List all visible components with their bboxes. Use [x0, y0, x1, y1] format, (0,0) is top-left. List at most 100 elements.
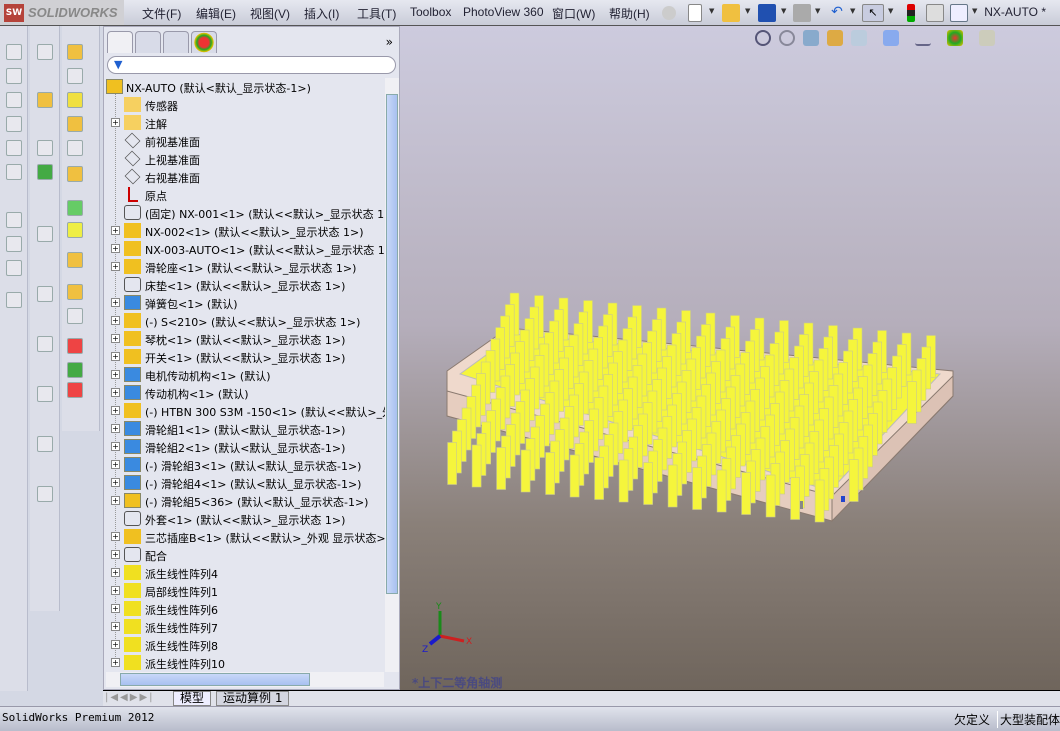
- pattern-icon[interactable]: [67, 92, 83, 108]
- expand-panel-icon[interactable]: »: [386, 35, 393, 49]
- tree-item[interactable]: + 派生线性阵列6: [104, 600, 386, 618]
- tree-item[interactable]: 前视基准面: [104, 132, 386, 150]
- layer-icon[interactable]: [6, 292, 22, 308]
- tree-item[interactable]: + (-) HTBN 300 S3M -150<1> (默认<<默认>_外: [104, 402, 393, 420]
- tree-item[interactable]: + 电机传动机构<1> (默认): [104, 366, 386, 384]
- new-document-icon[interactable]: [688, 4, 702, 22]
- view-icon[interactable]: [6, 140, 22, 156]
- expand-icon[interactable]: +: [111, 460, 120, 469]
- tree-item[interactable]: + (-) 滑轮組3<1> (默认<默认_显示状态-1>): [104, 456, 386, 474]
- tab-configuration-manager[interactable]: [163, 31, 189, 53]
- menu-help[interactable]: 帮助(H): [609, 5, 650, 22]
- expand-icon[interactable]: +: [111, 244, 120, 253]
- table-icon[interactable]: [37, 44, 53, 60]
- expand-icon[interactable]: +: [111, 262, 120, 271]
- horizontal-scrollbar[interactable]: [106, 672, 384, 687]
- tree-item[interactable]: + NX-002<1> (默认<<默认>_显示状态 1>): [104, 222, 386, 240]
- tree-item[interactable]: + 三芯插座B<1> (默认<<默认>_外观 显示状态>: [104, 528, 386, 546]
- tree-item[interactable]: + NX-003-AUTO<1> (默认<<默认>_显示状态 1>): [104, 240, 398, 258]
- tree-item[interactable]: 床垫<1> (默认<<默认>_显示状态 1>): [104, 276, 386, 294]
- expand-icon[interactable]: +: [111, 442, 120, 451]
- expand-icon[interactable]: +: [111, 478, 120, 487]
- expand-icon[interactable]: +: [111, 316, 120, 325]
- save-icon[interactable]: [758, 4, 776, 22]
- expand-icon[interactable]: +: [111, 298, 120, 307]
- select-icon[interactable]: ↖: [862, 4, 884, 22]
- tree-item[interactable]: + 开关<1> (默认<<默认>_显示状态 1>): [104, 348, 386, 366]
- relation-icon[interactable]: [37, 386, 53, 402]
- expand-icon[interactable]: +: [111, 622, 120, 631]
- menu-edit[interactable]: 编辑(E): [196, 5, 236, 22]
- tab-display-manager[interactable]: [191, 31, 217, 53]
- view-icon[interactable]: [6, 116, 22, 132]
- expand-icon[interactable]: +: [111, 550, 120, 559]
- tree-item[interactable]: + 注解: [104, 114, 386, 132]
- tree-item[interactable]: + 局部线性阵列1: [104, 582, 386, 600]
- expand-icon[interactable]: +: [111, 496, 120, 505]
- tree-item[interactable]: + 派生线性阵列7: [104, 618, 386, 636]
- tab-property-manager[interactable]: [135, 31, 161, 53]
- bill-of-materials-icon[interactable]: [67, 252, 83, 268]
- expand-icon[interactable]: +: [111, 334, 120, 343]
- view-icon[interactable]: [6, 68, 22, 84]
- tree-item[interactable]: + (-) 滑轮組5<36> (默认<默认_显示状态-1>): [104, 492, 386, 510]
- tree-item[interactable]: + 琴枕<1> (默认<<默认>_显示状态 1>): [104, 330, 386, 348]
- tree-item[interactable]: 传感器: [104, 96, 386, 114]
- tree-item[interactable]: 右视基准面: [104, 168, 386, 186]
- dimension-icon[interactable]: [37, 336, 53, 352]
- assembly-tool-icon[interactable]: [37, 92, 53, 108]
- scroll-thumb[interactable]: [120, 673, 310, 686]
- mate-icon[interactable]: [67, 68, 83, 84]
- trim-icon[interactable]: [37, 286, 53, 302]
- tree-item[interactable]: 外套<1> (默认<<默认>_显示状态 1>): [104, 510, 386, 528]
- tab-model[interactable]: 模型: [173, 691, 212, 706]
- tree-item[interactable]: NX-AUTO (默认<默认_显示状态-1>): [104, 78, 386, 96]
- expand-icon[interactable]: +: [111, 658, 120, 667]
- tab-feature-manager[interactable]: [107, 31, 133, 53]
- tray-model[interactable]: [446, 292, 954, 523]
- expand-icon[interactable]: +: [111, 406, 120, 415]
- menu-window[interactable]: 窗口(W): [552, 5, 595, 22]
- tree-item[interactable]: 原点: [104, 186, 386, 204]
- tree-item[interactable]: (固定) NX-001<1> (默认<<默认>_显示状态 1: [104, 204, 386, 222]
- table-icon[interactable]: [37, 140, 53, 156]
- menu-photoview[interactable]: PhotoView 360: [463, 5, 544, 19]
- new-motion-study-icon[interactable]: [67, 222, 83, 238]
- view-icon[interactable]: [6, 92, 22, 108]
- expand-icon[interactable]: +: [111, 568, 120, 577]
- open-icon[interactable]: [722, 4, 740, 22]
- sketch-icon[interactable]: [6, 212, 22, 228]
- options-icon[interactable]: [950, 4, 968, 22]
- sketch-icon[interactable]: [6, 236, 22, 252]
- expand-icon[interactable]: +: [111, 118, 120, 127]
- clearance-icon[interactable]: [67, 362, 83, 378]
- menu-toolbox[interactable]: Toolbox: [410, 5, 451, 19]
- sketch-icon[interactable]: [6, 260, 22, 276]
- menu-view[interactable]: 视图(V): [250, 5, 290, 22]
- tree-item[interactable]: + 派生线性阵列10: [104, 654, 386, 672]
- vertical-scrollbar[interactable]: [385, 78, 399, 672]
- expand-icon[interactable]: +: [111, 640, 120, 649]
- tree-item[interactable]: + 滑轮座<1> (默认<<默认>_显示状态 1>): [104, 258, 386, 276]
- tree-item[interactable]: 上视基准面: [104, 150, 386, 168]
- show-hidden-icon[interactable]: [67, 140, 83, 156]
- move-component-icon[interactable]: [67, 116, 83, 132]
- solidworks-logo[interactable]: SW SOLIDWORKS: [0, 0, 124, 25]
- expand-icon[interactable]: +: [111, 604, 120, 613]
- hole-alignment-icon[interactable]: [67, 382, 83, 398]
- assembly-feature-icon[interactable]: [67, 166, 83, 182]
- interference-icon[interactable]: [67, 338, 83, 354]
- undo-icon[interactable]: ↶: [828, 4, 846, 22]
- explode-line-icon[interactable]: [67, 308, 83, 324]
- sketch-icon[interactable]: [37, 226, 53, 242]
- menu-insert[interactable]: 插入(I): [304, 5, 339, 22]
- file-properties-icon[interactable]: [926, 4, 944, 22]
- menu-file[interactable]: 文件(F): [142, 5, 181, 22]
- tree-item[interactable]: + 传动机构<1> (默认): [104, 384, 386, 402]
- expand-icon[interactable]: +: [111, 388, 120, 397]
- expand-icon[interactable]: +: [111, 370, 120, 379]
- print-icon[interactable]: [793, 4, 811, 22]
- tree-item[interactable]: + 派生线性阵列8: [104, 636, 386, 654]
- tree-item[interactable]: + 弹簧包<1> (默认): [104, 294, 386, 312]
- table-icon[interactable]: [37, 164, 53, 180]
